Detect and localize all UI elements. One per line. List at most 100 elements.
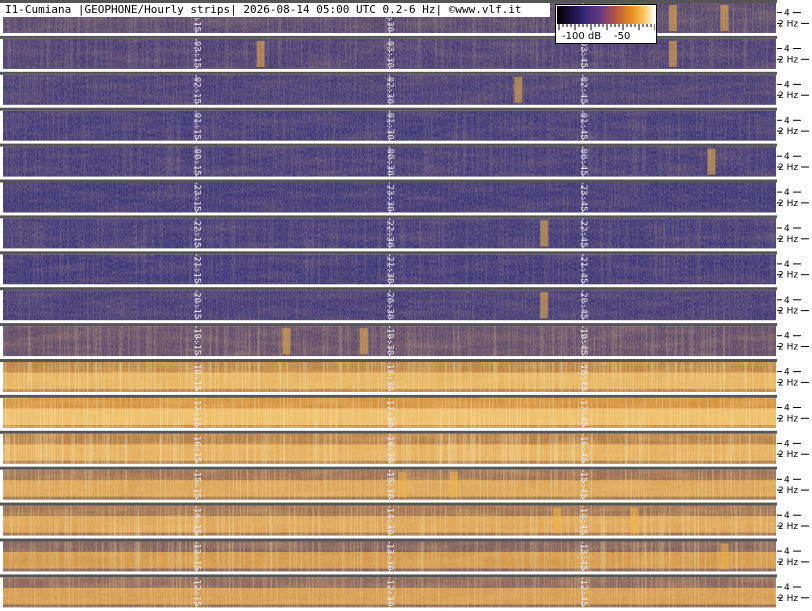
strip-burst (282, 328, 291, 355)
strip-separator (0, 394, 777, 398)
strip: 13:15 13:30 13:45 42 Hz (0, 538, 809, 572)
strip: 18:15 18:30 18:45 42 Hz (0, 359, 809, 392)
time-marker-label: 17:30 (385, 400, 395, 427)
time-marker-label: 15:15 (191, 472, 201, 499)
axis-label-2hz: 2 Hz (778, 91, 798, 101)
time-marker-label: 20:45 (578, 292, 588, 319)
axis-label-4: 4 (784, 475, 790, 485)
colorbar-ticks (558, 24, 655, 30)
axis-label-4: 4 (784, 116, 790, 126)
axis-label-2hz: 2 Hz (778, 486, 798, 496)
time-marker-label: 17:45 (578, 400, 588, 427)
strip-burst (707, 148, 716, 175)
time-marker-label: 02:15 (191, 77, 201, 104)
strip-burst (552, 507, 561, 534)
axis-label-2hz: 2 Hz (778, 522, 798, 532)
time-marker-label: 00:15 (191, 149, 201, 176)
time-marker-label: 12:30 (385, 579, 395, 606)
strip-separator (0, 430, 777, 434)
time-marker-label: 19:15 (191, 328, 201, 355)
axis-label-4: 4 (784, 45, 790, 55)
chart-title: I1-Cumiana |GEOPHONE/Hourly strips| 2026… (2, 3, 550, 17)
axis-label-2hz: 2 Hz (778, 594, 798, 604)
strip-burst (668, 40, 677, 67)
axis-label-2hz: 2 Hz (778, 19, 798, 29)
axis-label-4: 4 (784, 547, 790, 557)
axis-label-4: 4 (784, 224, 790, 234)
strip-burst (540, 220, 549, 247)
time-marker-label: 03:45 (578, 41, 588, 68)
axis-label-2hz: 2 Hz (778, 378, 798, 388)
strip: 00:15 00:30 00:45 42 Hz (0, 143, 809, 177)
strip-separator (0, 71, 777, 75)
strip-separator (0, 502, 777, 506)
time-marker-label: 13:15 (191, 544, 201, 571)
strip-separator (0, 359, 777, 362)
time-marker-label: 01:30 (385, 113, 395, 140)
strip-burst (514, 76, 523, 103)
time-marker-label: 12:45 (578, 579, 588, 606)
strip-separator (0, 538, 777, 542)
time-marker-label: 22:30 (385, 220, 395, 247)
axis-label-2hz: 2 Hz (778, 55, 798, 65)
time-marker-label: 19:45 (578, 328, 588, 355)
time-marker-label: 20:30 (385, 292, 395, 319)
strip-separator (0, 574, 777, 578)
axis-label-2hz: 2 Hz (778, 343, 798, 353)
axis-label-4: 4 (784, 439, 790, 449)
axis-label-2hz: 2 Hz (778, 235, 798, 245)
strip-burst (359, 328, 368, 355)
strip: 03:15 03:30 03:45 42 Hz (0, 35, 809, 69)
axis-label-4: 4 (784, 583, 790, 593)
strip: 17:15 17:30 17:45 42 Hz (0, 394, 809, 428)
time-marker-label: 21:30 (385, 256, 395, 283)
time-marker-label: 02:45 (578, 77, 588, 104)
strip: 01:15 01:30 01:45 42 Hz (0, 107, 809, 141)
strip-separator (0, 323, 777, 327)
axis-label-4: 4 (784, 296, 790, 306)
time-marker-label: 01:15 (191, 113, 201, 140)
strip-separator (0, 35, 777, 39)
strip: 19:15 19:30 19:45 42 Hz (0, 323, 809, 357)
axis-label-2hz: 2 Hz (778, 414, 798, 424)
time-marker-label: 15:45 (578, 472, 588, 499)
axis-label-2hz: 2 Hz (778, 163, 798, 173)
strip-burst (720, 5, 729, 31)
strip-separator (0, 179, 777, 183)
time-marker-label: 13:30 (385, 544, 395, 571)
strip: 20:15 20:30 20:45 42 Hz (0, 287, 809, 321)
time-marker-label: 21:15 (191, 256, 201, 283)
strip-burst (256, 40, 265, 67)
axis-label-2hz: 2 Hz (778, 450, 798, 460)
strip: 02:15 02:30 02:45 42 Hz (0, 71, 809, 105)
axis-label-4: 4 (784, 332, 790, 342)
time-marker-label: 16:30 (385, 436, 395, 463)
time-marker-label: 23:30 (385, 185, 395, 212)
colorbar-min-label: -100 dB (562, 31, 602, 42)
time-marker-label: 16:15 (191, 436, 201, 463)
axis-label-4: 4 (784, 511, 790, 521)
strip-burst (449, 471, 458, 498)
time-marker-label: 00:45 (578, 149, 588, 176)
strip-burst (720, 543, 729, 570)
colorbar-max-label: -50 (614, 31, 631, 42)
time-marker-label: 14:30 (385, 508, 395, 535)
time-marker-label: 03:30 (385, 41, 395, 68)
time-marker-label: 13:45 (578, 544, 588, 571)
strip-separator (0, 251, 777, 255)
axis-label-2hz: 2 Hz (778, 199, 798, 209)
axis-label-4: 4 (784, 9, 790, 19)
strip: 12:15 12:30 12:45 42 Hz (0, 574, 809, 608)
time-marker-label: 14:15 (191, 508, 201, 535)
time-marker-label: 15:30 (385, 472, 395, 499)
strip-burst (668, 5, 677, 31)
time-marker-label: 21:45 (578, 256, 588, 283)
time-marker-label: 22:15 (191, 220, 201, 247)
strip: 21:15 21:30 21:45 42 Hz (0, 251, 809, 285)
axis-label-4: 4 (784, 152, 790, 162)
time-marker-label: 23:15 (191, 185, 201, 212)
strip: 14:15 14:30 14:45 42 Hz (0, 502, 809, 536)
axis-label-4: 4 (784, 368, 790, 378)
strip: 16:15 16:30 16:45 42 Hz (0, 430, 809, 464)
strip: 22:15 22:30 22:45 42 Hz (0, 215, 809, 249)
